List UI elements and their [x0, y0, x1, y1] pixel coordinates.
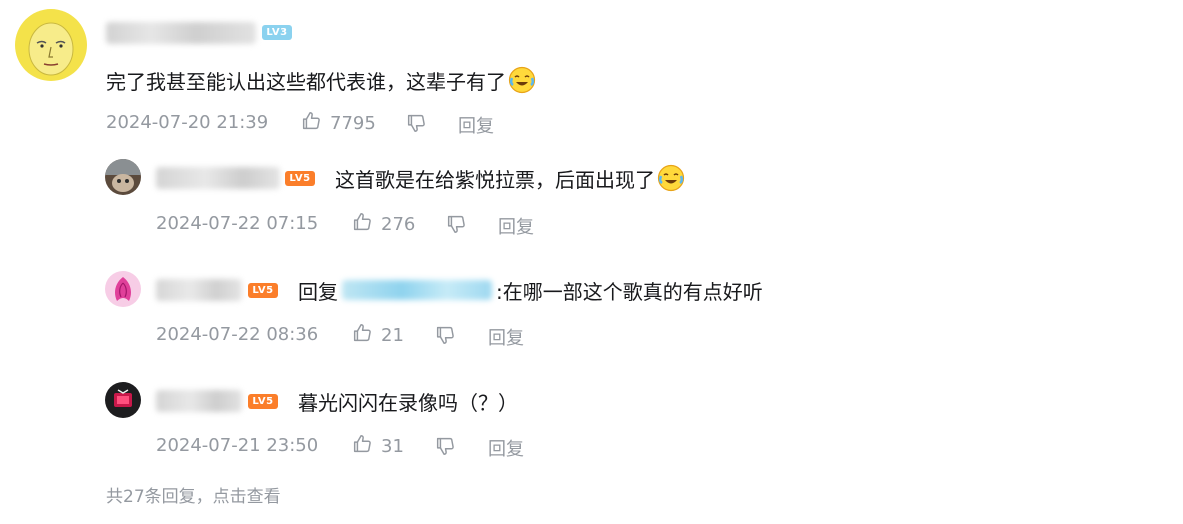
like-button[interactable]: 276 [351, 211, 415, 238]
reply-timestamp: 2024-07-22 07:15 [156, 213, 319, 234]
comment-text-content: 完了我甚至能认出这些都代表谁，这辈子有了 [106, 69, 506, 94]
commenter-avatar[interactable] [15, 9, 87, 81]
cry-laugh-emoji [657, 164, 685, 192]
reply-timestamp: 2024-07-22 08:36 [156, 324, 319, 345]
reply-avatar[interactable] [105, 382, 141, 418]
level-badge: LV5 [285, 171, 315, 186]
like-count: 31 [381, 436, 404, 457]
reply-suffix: :在哪一部这个歌真的有点好听 [496, 279, 763, 304]
reply-timestamp: 2024-07-21 23:50 [156, 435, 319, 456]
like-count: 7795 [330, 113, 376, 134]
reply-prefix: 回复 [298, 279, 338, 304]
reply-avatar[interactable] [105, 159, 141, 195]
reply-username[interactable] [156, 167, 280, 189]
like-count: 21 [381, 325, 404, 346]
reply-username[interactable] [156, 390, 242, 412]
like-button[interactable]: 21 [351, 322, 404, 349]
reply-text: 这首歌是在给紫悦拉票，后面出现了 [335, 162, 685, 194]
view-more-replies-link[interactable]: 共27条回复，点击查看 [106, 482, 281, 507]
dislike-icon [445, 213, 467, 240]
level-badge: LV3 [262, 25, 292, 40]
like-button[interactable]: 7795 [300, 110, 376, 137]
like-icon [351, 322, 373, 349]
comment-text: 完了我甚至能认出这些都代表谁，这辈子有了 [106, 64, 536, 96]
reply-text: 暮光闪闪在录像吗（？） [298, 385, 518, 417]
like-icon [300, 110, 322, 137]
reply-button[interactable]: 回复 [498, 213, 534, 239]
like-button[interactable]: 31 [351, 433, 404, 460]
level-badge: LV5 [248, 283, 278, 298]
reply-text-content: 这首歌是在给紫悦拉票，后面出现了 [335, 167, 655, 192]
dislike-icon [405, 112, 427, 139]
reply-button[interactable]: 回复 [488, 324, 524, 350]
cry-laugh-emoji [508, 66, 536, 94]
dislike-button[interactable] [434, 324, 456, 351]
reply-button[interactable]: 回复 [458, 112, 494, 138]
reply-text-content: 暮光闪闪在录像吗（？） [298, 390, 518, 415]
dislike-button[interactable] [445, 213, 467, 240]
mentioned-user[interactable] [342, 280, 492, 300]
dislike-icon [434, 324, 456, 351]
like-icon [351, 433, 373, 460]
comment-timestamp: 2024-07-20 21:39 [106, 112, 269, 133]
reply-text: 回复 :在哪一部这个歌真的有点好听 [298, 274, 763, 306]
reply-username[interactable] [156, 279, 242, 301]
dislike-button[interactable] [405, 112, 427, 139]
reply-button[interactable]: 回复 [488, 435, 524, 461]
level-badge: LV5 [248, 394, 278, 409]
dislike-icon [434, 435, 456, 462]
dislike-button[interactable] [434, 435, 456, 462]
like-count: 276 [381, 214, 416, 235]
reply-avatar[interactable] [105, 271, 141, 307]
like-icon [351, 211, 373, 238]
commenter-username[interactable] [106, 22, 256, 44]
